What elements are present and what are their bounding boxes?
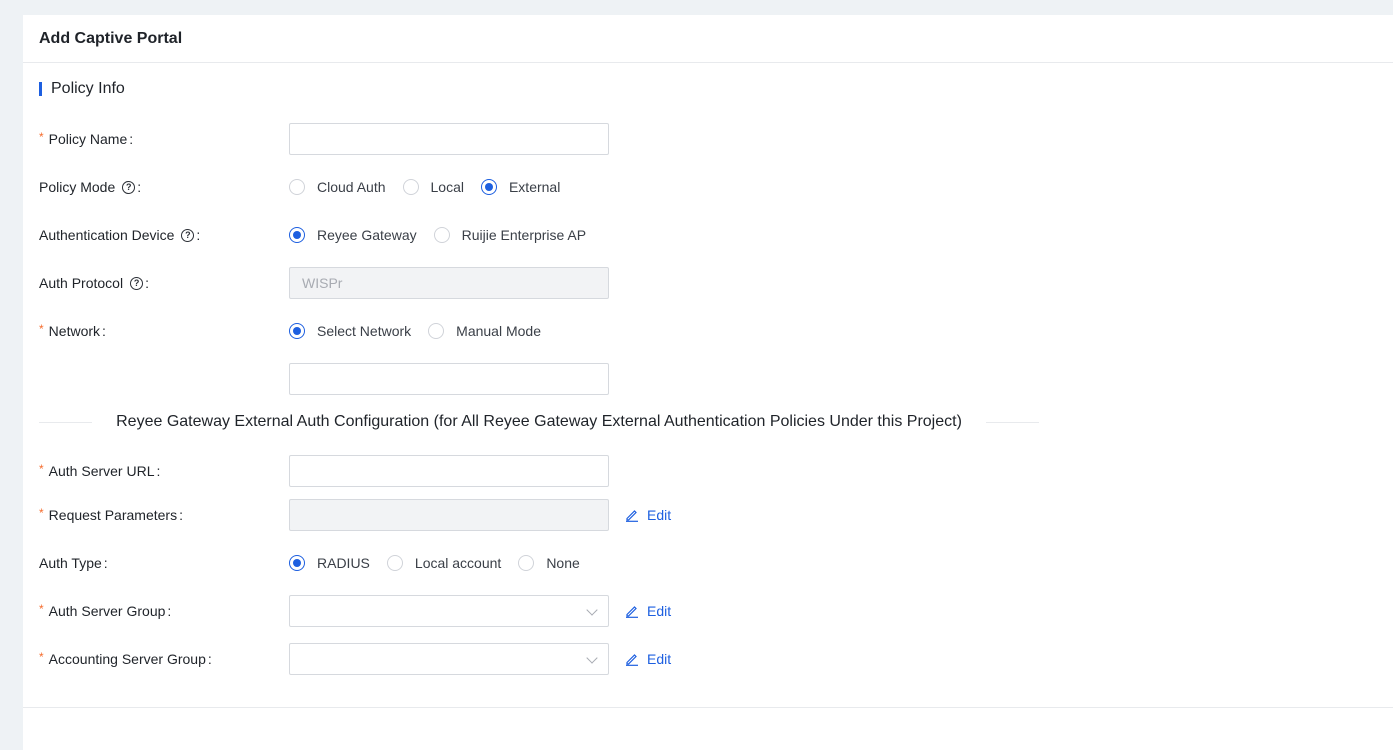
network-label: * Network: bbox=[39, 322, 106, 339]
radio-radius[interactable]: RADIUS bbox=[289, 555, 370, 571]
divider-text: Reyee Gateway External Auth Configuratio… bbox=[116, 413, 962, 430]
network-input[interactable] bbox=[289, 363, 609, 395]
auth-type-radio-group: RADIUS Local account None bbox=[289, 555, 597, 571]
panel-header: Add Captive Portal bbox=[23, 15, 1393, 63]
add-captive-portal-panel: Add Captive Portal Policy Info * Policy … bbox=[23, 15, 1393, 750]
required-marker: * bbox=[39, 462, 44, 476]
accounting-server-group-label: * Accounting Server Group: bbox=[39, 650, 212, 667]
section-title: Policy Info bbox=[51, 80, 125, 97]
auth-server-group-edit-link[interactable]: Edit bbox=[625, 603, 671, 619]
radio-ruijie-enterprise-ap[interactable]: Ruijie Enterprise AP bbox=[433, 227, 586, 243]
network-row: * Network: Select Network Manual Mode bbox=[39, 315, 1239, 347]
auth-server-url-label: * Auth Server URL: bbox=[39, 462, 161, 479]
policy-name-row: * Policy Name: bbox=[39, 123, 1239, 155]
radio-reyee-gateway[interactable]: Reyee Gateway bbox=[289, 227, 417, 243]
policy-mode-label: Policy Mode ?: bbox=[39, 179, 142, 195]
accounting-server-group-edit-link[interactable]: Edit bbox=[625, 651, 671, 667]
network-radio-group: Select Network Manual Mode bbox=[289, 323, 558, 339]
auth-server-url-row: * Auth Server URL: bbox=[39, 455, 1239, 487]
auth-server-url-input[interactable] bbox=[289, 455, 609, 487]
section-policy-info: Policy Info bbox=[39, 80, 125, 98]
help-icon[interactable]: ? bbox=[181, 228, 195, 242]
radio-cloud-auth[interactable]: Cloud Auth bbox=[289, 179, 386, 195]
radio-external[interactable]: External bbox=[480, 179, 560, 195]
accounting-server-group-select[interactable] bbox=[289, 643, 609, 675]
radio-manual-mode[interactable]: Manual Mode bbox=[428, 323, 541, 339]
auth-server-group-select[interactable] bbox=[289, 595, 609, 627]
accounting-server-group-row: * Accounting Server Group: Edit bbox=[39, 643, 1239, 675]
edit-icon bbox=[626, 654, 638, 666]
required-marker: * bbox=[39, 650, 44, 664]
auth-type-label: Auth Type: bbox=[39, 555, 108, 571]
network-input-row bbox=[39, 363, 1239, 395]
radio-local-account[interactable]: Local account bbox=[386, 555, 501, 571]
request-params-label: * Request Parameters: bbox=[39, 506, 183, 523]
auth-device-row: Authentication Device ?: Reyee Gateway R… bbox=[39, 219, 1239, 251]
radio-none[interactable]: None bbox=[518, 555, 580, 571]
edit-icon bbox=[626, 510, 638, 522]
chevron-down-icon bbox=[586, 652, 598, 664]
request-params-row: * Request Parameters: Edit bbox=[39, 499, 1239, 531]
edit-icon bbox=[626, 606, 638, 618]
request-params-input bbox=[289, 499, 609, 531]
help-icon[interactable]: ? bbox=[130, 276, 144, 290]
radio-select-network[interactable]: Select Network bbox=[289, 323, 411, 339]
required-marker: * bbox=[39, 602, 44, 616]
policy-name-label: * Policy Name: bbox=[39, 130, 134, 147]
auth-protocol-input: WISPr bbox=[289, 267, 609, 299]
required-marker: * bbox=[39, 506, 44, 520]
auth-protocol-row: Auth Protocol ?: WISPr bbox=[39, 267, 1239, 299]
chevron-down-icon bbox=[586, 604, 598, 616]
page-title: Add Captive Portal bbox=[39, 29, 183, 47]
policy-name-input[interactable] bbox=[289, 123, 609, 155]
required-marker: * bbox=[39, 130, 44, 144]
help-icon[interactable]: ? bbox=[122, 180, 136, 194]
radio-local[interactable]: Local bbox=[402, 179, 464, 195]
required-marker: * bbox=[39, 322, 44, 336]
policy-mode-radio-group: Cloud Auth Local External bbox=[289, 179, 577, 195]
auth-device-radio-group: Reyee Gateway Ruijie Enterprise AP bbox=[289, 227, 603, 243]
footer-divider bbox=[23, 707, 1393, 708]
external-auth-divider: Reyee Gateway External Auth Configuratio… bbox=[39, 412, 1040, 432]
auth-protocol-label: Auth Protocol ?: bbox=[39, 275, 149, 291]
auth-server-group-row: * Auth Server Group: Edit bbox=[39, 595, 1239, 627]
auth-device-label: Authentication Device ?: bbox=[39, 227, 201, 243]
request-params-edit-link[interactable]: Edit bbox=[625, 507, 671, 523]
policy-mode-row: Policy Mode ?: Cloud Auth Local External bbox=[39, 171, 1239, 203]
auth-type-row: Auth Type: RADIUS Local account None bbox=[39, 547, 1239, 579]
section-accent-bar bbox=[39, 82, 42, 96]
auth-server-group-label: * Auth Server Group: bbox=[39, 602, 172, 619]
left-strip bbox=[0, 0, 8, 750]
